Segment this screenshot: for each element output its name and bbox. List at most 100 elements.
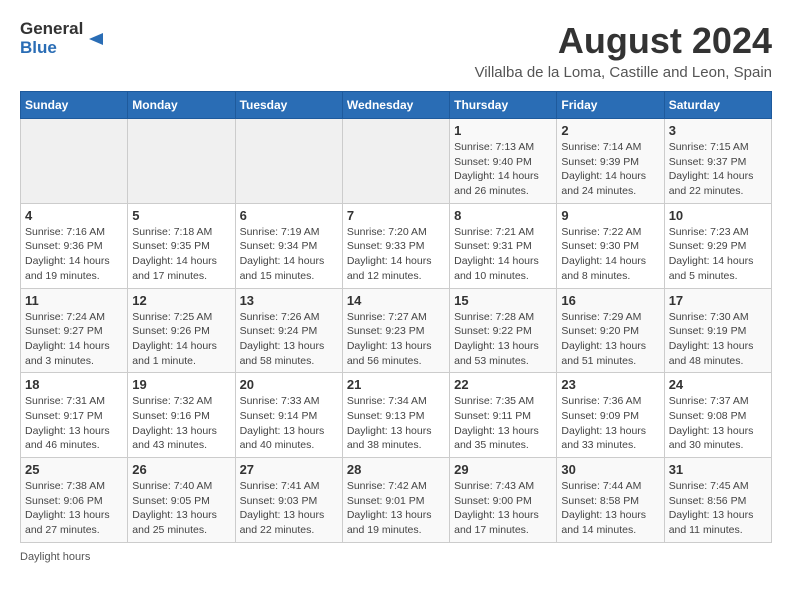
calendar-cell: 30 Sunrise: 7:44 AM Sunset: 8:58 PM Dayli… (557, 458, 664, 543)
day-number: 19 (132, 377, 230, 392)
day-number: 7 (347, 208, 445, 223)
day-info: Sunrise: 7:45 AM Sunset: 8:56 PM Dayligh… (669, 479, 767, 538)
calendar-cell: 16 Sunrise: 7:29 AM Sunset: 9:20 PM Dayli… (557, 288, 664, 373)
day-info: Sunrise: 7:15 AM Sunset: 9:37 PM Dayligh… (669, 140, 767, 199)
day-info: Sunrise: 7:27 AM Sunset: 9:23 PM Dayligh… (347, 310, 445, 369)
calendar-cell (235, 119, 342, 204)
day-number: 18 (25, 377, 123, 392)
calendar-cell: 1 Sunrise: 7:13 AM Sunset: 9:40 PM Daylig… (450, 119, 557, 204)
calendar-week-row: 25 Sunrise: 7:38 AM Sunset: 9:06 PM Dayli… (21, 458, 772, 543)
day-info: Sunrise: 7:35 AM Sunset: 9:11 PM Dayligh… (454, 394, 552, 453)
calendar-cell: 19 Sunrise: 7:32 AM Sunset: 9:16 PM Dayli… (128, 373, 235, 458)
day-info: Sunrise: 7:32 AM Sunset: 9:16 PM Dayligh… (132, 394, 230, 453)
day-info: Sunrise: 7:23 AM Sunset: 9:29 PM Dayligh… (669, 225, 767, 284)
calendar-cell (342, 119, 449, 204)
day-number: 20 (240, 377, 338, 392)
calendar-cell: 10 Sunrise: 7:23 AM Sunset: 9:29 PM Dayli… (664, 203, 771, 288)
logo: General Blue (20, 20, 107, 57)
title-area: August 2024 Villalba de la Loma, Castill… (475, 20, 772, 81)
calendar-cell: 11 Sunrise: 7:24 AM Sunset: 9:27 PM Dayli… (21, 288, 128, 373)
calendar-day-header: Wednesday (342, 92, 449, 119)
subtitle: Villalba de la Loma, Castille and Leon, … (475, 64, 772, 81)
calendar-day-header: Saturday (664, 92, 771, 119)
calendar-cell: 21Sunrise: 7:34 AM Sunset: 9:13 PM Dayli… (342, 373, 449, 458)
day-number: 16 (561, 293, 659, 308)
day-info: Sunrise: 7:19 AM Sunset: 9:34 PM Dayligh… (240, 225, 338, 284)
logo-blue-text: Blue (20, 39, 57, 58)
day-number: 31 (669, 462, 767, 477)
calendar-cell: 31 Sunrise: 7:45 AM Sunset: 8:56 PM Dayli… (664, 458, 771, 543)
day-info: Sunrise: 7:30 AM Sunset: 9:19 PM Dayligh… (669, 310, 767, 369)
calendar-cell (21, 119, 128, 204)
day-info: Sunrise: 7:33 AM Sunset: 9:14 PM Dayligh… (240, 394, 338, 453)
day-info: Sunrise: 7:36 AM Sunset: 9:09 PM Dayligh… (561, 394, 659, 453)
calendar-cell: 22 Sunrise: 7:35 AM Sunset: 9:11 PM Dayli… (450, 373, 557, 458)
day-info: Sunrise: 7:25 AM Sunset: 9:26 PM Dayligh… (132, 310, 230, 369)
calendar-cell: 2Sunrise: 7:14 AM Sunset: 9:39 PM Daylig… (557, 119, 664, 204)
day-number: 30 (561, 462, 659, 477)
day-info: Sunrise: 7:16 AM Sunset: 9:36 PM Dayligh… (25, 225, 123, 284)
calendar-day-header: Thursday (450, 92, 557, 119)
day-number: 14 (347, 293, 445, 308)
calendar-cell: 14 Sunrise: 7:27 AM Sunset: 9:23 PM Dayli… (342, 288, 449, 373)
calendar-cell: 6Sunrise: 7:19 AM Sunset: 9:34 PM Daylig… (235, 203, 342, 288)
day-number: 25 (25, 462, 123, 477)
header: General Blue August 2024 Villalba de la … (20, 20, 772, 81)
calendar-table: SundayMondayTuesdayWednesdayThursdayFrid… (20, 91, 772, 543)
logo-general-text: General (20, 20, 83, 39)
day-number: 24 (669, 377, 767, 392)
calendar-cell: 23Sunrise: 7:36 AM Sunset: 9:09 PM Dayli… (557, 373, 664, 458)
calendar-cell: 26 Sunrise: 7:40 AM Sunset: 9:05 PM Dayli… (128, 458, 235, 543)
calendar-cell: 13Sunrise: 7:26 AM Sunset: 9:24 PM Dayli… (235, 288, 342, 373)
day-number: 29 (454, 462, 552, 477)
day-number: 1 (454, 123, 552, 138)
day-number: 17 (669, 293, 767, 308)
calendar-cell: 25 Sunrise: 7:38 AM Sunset: 9:06 PM Dayli… (21, 458, 128, 543)
calendar-cell: 12 Sunrise: 7:25 AM Sunset: 9:26 PM Dayli… (128, 288, 235, 373)
calendar-day-header: Sunday (21, 92, 128, 119)
day-number: 3 (669, 123, 767, 138)
day-info: Sunrise: 7:38 AM Sunset: 9:06 PM Dayligh… (25, 479, 123, 538)
calendar-day-header: Friday (557, 92, 664, 119)
day-info: Sunrise: 7:40 AM Sunset: 9:05 PM Dayligh… (132, 479, 230, 538)
calendar-day-header: Tuesday (235, 92, 342, 119)
day-number: 22 (454, 377, 552, 392)
calendar-cell: 27Sunrise: 7:41 AM Sunset: 9:03 PM Dayli… (235, 458, 342, 543)
day-number: 11 (25, 293, 123, 308)
calendar-cell: 24 Sunrise: 7:37 AM Sunset: 9:08 PM Dayli… (664, 373, 771, 458)
day-number: 15 (454, 293, 552, 308)
calendar-cell: 29 Sunrise: 7:43 AM Sunset: 9:00 PM Dayli… (450, 458, 557, 543)
day-info: Sunrise: 7:20 AM Sunset: 9:33 PM Dayligh… (347, 225, 445, 284)
day-number: 12 (132, 293, 230, 308)
day-info: Sunrise: 7:13 AM Sunset: 9:40 PM Dayligh… (454, 140, 552, 199)
calendar-header-row: SundayMondayTuesdayWednesdayThursdayFrid… (21, 92, 772, 119)
calendar-week-row: 4Sunrise: 7:16 AM Sunset: 9:36 PM Daylig… (21, 203, 772, 288)
calendar-cell: 17 Sunrise: 7:30 AM Sunset: 9:19 PM Dayli… (664, 288, 771, 373)
calendar-week-row: 1 Sunrise: 7:13 AM Sunset: 9:40 PM Daylig… (21, 119, 772, 204)
calendar-cell (128, 119, 235, 204)
calendar-cell: 9 Sunrise: 7:22 AM Sunset: 9:30 PM Daylig… (557, 203, 664, 288)
day-info: Sunrise: 7:22 AM Sunset: 9:30 PM Dayligh… (561, 225, 659, 284)
calendar-cell: 5Sunrise: 7:18 AM Sunset: 9:35 PM Daylig… (128, 203, 235, 288)
day-info: Sunrise: 7:44 AM Sunset: 8:58 PM Dayligh… (561, 479, 659, 538)
logo-arrow-icon (85, 28, 107, 50)
main-title: August 2024 (475, 20, 772, 62)
day-info: Sunrise: 7:37 AM Sunset: 9:08 PM Dayligh… (669, 394, 767, 453)
day-number: 21 (347, 377, 445, 392)
calendar-cell: 4Sunrise: 7:16 AM Sunset: 9:36 PM Daylig… (21, 203, 128, 288)
day-info: Sunrise: 7:21 AM Sunset: 9:31 PM Dayligh… (454, 225, 552, 284)
day-number: 26 (132, 462, 230, 477)
logo-container: General Blue (20, 20, 107, 57)
calendar-cell: 7 Sunrise: 7:20 AM Sunset: 9:33 PM Daylig… (342, 203, 449, 288)
calendar-week-row: 18Sunrise: 7:31 AM Sunset: 9:17 PM Dayli… (21, 373, 772, 458)
calendar-cell: 3 Sunrise: 7:15 AM Sunset: 9:37 PM Daylig… (664, 119, 771, 204)
day-info: Sunrise: 7:43 AM Sunset: 9:00 PM Dayligh… (454, 479, 552, 538)
day-info: Sunrise: 7:24 AM Sunset: 9:27 PM Dayligh… (25, 310, 123, 369)
day-info: Sunrise: 7:29 AM Sunset: 9:20 PM Dayligh… (561, 310, 659, 369)
day-number: 10 (669, 208, 767, 223)
calendar-day-header: Monday (128, 92, 235, 119)
day-number: 9 (561, 208, 659, 223)
day-info: Sunrise: 7:14 AM Sunset: 9:39 PM Dayligh… (561, 140, 659, 199)
calendar-cell: 8Sunrise: 7:21 AM Sunset: 9:31 PM Daylig… (450, 203, 557, 288)
day-number: 28 (347, 462, 445, 477)
